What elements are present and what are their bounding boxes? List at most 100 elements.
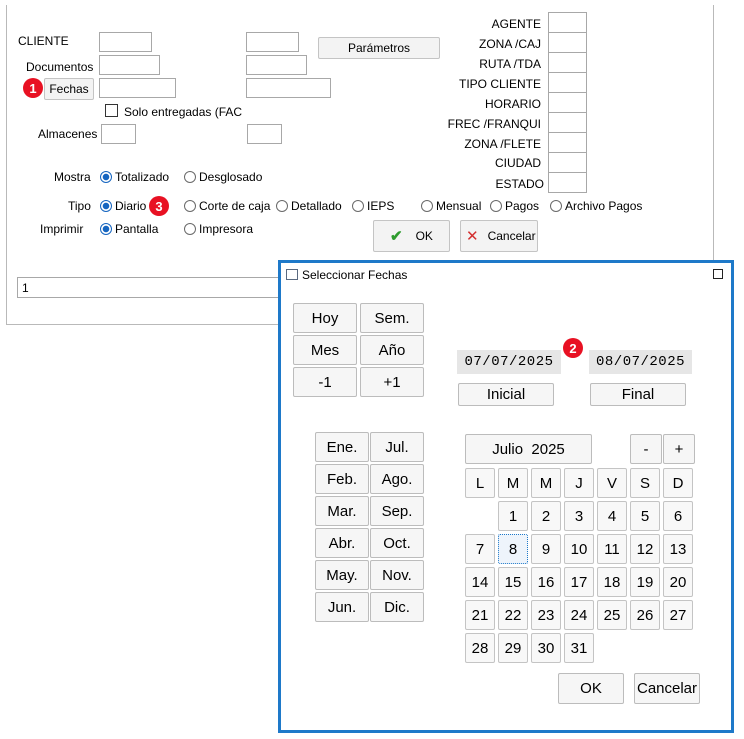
calendar-day[interactable]: 18	[597, 567, 627, 597]
calendar-day[interactable]: 6	[663, 501, 693, 531]
calendar-day[interactable]: 23	[531, 600, 561, 630]
horario-field[interactable]	[548, 92, 587, 113]
ok-button-label: OK	[415, 229, 433, 243]
anio-button[interactable]: Año	[360, 335, 424, 365]
final-button[interactable]: Final	[590, 383, 686, 406]
calendar-day[interactable]: 27	[663, 600, 693, 630]
month-jun-button[interactable]: Jun.	[315, 592, 369, 622]
calendar-day[interactable]: 11	[597, 534, 627, 564]
desglosado-radio[interactable]	[184, 171, 196, 183]
ieps-radio[interactable]	[352, 200, 364, 212]
calendar-month-year[interactable]: Julio 2025	[465, 434, 592, 464]
agente-field[interactable]	[548, 12, 587, 33]
frec-franqui-field[interactable]	[548, 112, 587, 133]
archivo-pagos-label: Archivo Pagos	[565, 199, 643, 213]
diario-radio[interactable]	[100, 200, 112, 212]
calendar-day[interactable]: 25	[597, 600, 627, 630]
solo-entregadas-checkbox[interactable]	[105, 104, 118, 117]
tipo-cliente-field[interactable]	[548, 72, 587, 93]
calendar-day[interactable]: 30	[531, 633, 561, 663]
pantalla-radio[interactable]	[100, 223, 112, 235]
corte-caja-radio[interactable]	[184, 200, 196, 212]
documentos-to-field[interactable]	[246, 55, 307, 75]
calendar-day[interactable]: 1	[498, 501, 528, 531]
fecha-to-field[interactable]	[246, 78, 331, 98]
calendar-day[interactable]: 14	[465, 567, 495, 597]
weekday-martes: M	[498, 468, 528, 498]
month-may-button[interactable]: May.	[315, 560, 369, 590]
weekday-lunes: L	[465, 468, 495, 498]
minus-one-button[interactable]: -1	[293, 367, 357, 397]
calendar-day[interactable]: 9	[531, 534, 561, 564]
status-value: 1	[22, 281, 29, 295]
totalizado-radio[interactable]	[100, 171, 112, 183]
archivo-pagos-radio[interactable]	[550, 200, 562, 212]
month-feb-button[interactable]: Feb.	[315, 464, 369, 494]
pagos-radio[interactable]	[490, 200, 502, 212]
almacenes-to-field[interactable]	[247, 124, 282, 144]
mensual-radio[interactable]	[421, 200, 433, 212]
hoy-button[interactable]: Hoy	[293, 303, 357, 333]
zona-flete-field[interactable]	[548, 132, 587, 153]
calendar-day[interactable]: 4	[597, 501, 627, 531]
almacenes-label: Almacenes	[38, 127, 98, 141]
totalizado-label: Totalizado	[115, 170, 170, 184]
mensual-label: Mensual	[436, 199, 482, 213]
calendar-day[interactable]: 15	[498, 567, 528, 597]
calendar-day[interactable]: 17	[564, 567, 594, 597]
month-sep-button[interactable]: Sep.	[370, 496, 424, 526]
calendar-day[interactable]: 22	[498, 600, 528, 630]
cliente-from-field[interactable]	[99, 32, 152, 52]
calendar-day[interactable]: 10	[564, 534, 594, 564]
zona-caj-field[interactable]	[548, 32, 587, 53]
sem-button[interactable]: Sem.	[360, 303, 424, 333]
inicial-button[interactable]: Inicial	[458, 383, 554, 406]
plus-one-button[interactable]: +1	[360, 367, 424, 397]
calendar-day[interactable]: 21	[465, 600, 495, 630]
calendar-day[interactable]: 28	[465, 633, 495, 663]
almacenes-from-field[interactable]	[101, 124, 136, 144]
fechas-button[interactable]: Fechas	[44, 78, 94, 100]
calendar-day[interactable]: 24	[564, 600, 594, 630]
calendar-day[interactable]: 16	[531, 567, 561, 597]
maximize-icon[interactable]	[713, 269, 723, 279]
ruta-tda-field[interactable]	[548, 52, 587, 73]
next-month-button[interactable]: +	[663, 434, 695, 464]
calendar-day[interactable]: 19	[630, 567, 660, 597]
calendar-day[interactable]: 31	[564, 633, 594, 663]
calendar-day[interactable]: 29	[498, 633, 528, 663]
month-oct-button[interactable]: Oct.	[370, 528, 424, 558]
calendar-day[interactable]: 13	[663, 534, 693, 564]
dialog-cancelar-button[interactable]: Cancelar	[634, 673, 700, 704]
prev-month-button[interactable]: -	[630, 434, 662, 464]
month-nov-button[interactable]: Nov.	[370, 560, 424, 590]
fecha-from-field[interactable]	[99, 78, 176, 98]
month-dic-button[interactable]: Dic.	[370, 592, 424, 622]
status-field[interactable]: 1	[17, 277, 282, 298]
cliente-to-field[interactable]	[246, 32, 299, 52]
calendar-day[interactable]: 5	[630, 501, 660, 531]
ciudad-field[interactable]	[548, 152, 587, 173]
month-abr-button[interactable]: Abr.	[315, 528, 369, 558]
month-ene-button[interactable]: Ene.	[315, 432, 369, 462]
calendar-day[interactable]: 3	[564, 501, 594, 531]
ok-button[interactable]: ✔ OK	[373, 220, 450, 252]
calendar-day[interactable]: 7	[465, 534, 495, 564]
impresora-radio[interactable]	[184, 223, 196, 235]
dialog-ok-button[interactable]: OK	[558, 673, 624, 704]
cancelar-button[interactable]: ✕ Cancelar	[460, 220, 538, 252]
estado-field[interactable]	[548, 172, 587, 193]
detallado-radio[interactable]	[276, 200, 288, 212]
month-mar-button[interactable]: Mar.	[315, 496, 369, 526]
calendar-day[interactable]: 26	[630, 600, 660, 630]
month-ago-button[interactable]: Ago.	[370, 464, 424, 494]
documentos-from-field[interactable]	[99, 55, 160, 75]
calendar-day-selected[interactable]: 8	[498, 534, 528, 564]
pagos-label: Pagos	[505, 199, 540, 213]
calendar-day[interactable]: 2	[531, 501, 561, 531]
calendar-day[interactable]: 12	[630, 534, 660, 564]
month-jul-button[interactable]: Jul.	[370, 432, 424, 462]
calendar-day[interactable]: 20	[663, 567, 693, 597]
mes-button[interactable]: Mes	[293, 335, 357, 365]
parametros-button[interactable]: Parámetros	[318, 37, 440, 59]
